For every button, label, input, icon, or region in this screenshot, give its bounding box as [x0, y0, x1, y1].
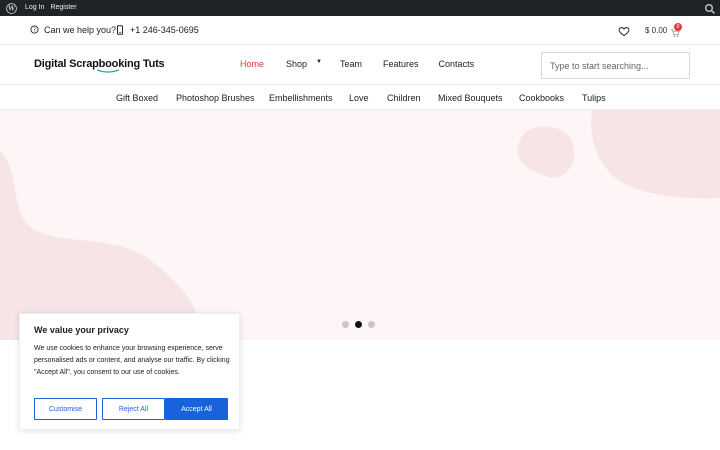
main-nav: Home Shop ▼ Team Features Contacts — [240, 59, 474, 69]
nav-item-team[interactable]: Team — [340, 59, 362, 69]
admin-bar: W Log In Register — [0, 0, 720, 16]
reject-all-button[interactable]: Reject All — [102, 398, 165, 420]
logo-swoosh-icon — [96, 69, 120, 73]
cart-count-badge: 0 — [674, 23, 682, 31]
caret-down-icon[interactable]: ▼ — [316, 59, 322, 69]
wordpress-icon[interactable]: W — [3, 0, 19, 16]
cookie-body: We use cookies to enhance your browsing … — [34, 345, 230, 376]
phone-link[interactable]: +1 246-345-0695 — [116, 25, 199, 35]
search-input[interactable] — [541, 52, 690, 79]
phone-number: +1 246-345-0695 — [130, 25, 199, 35]
category-cookbooks[interactable]: Cookbooks — [519, 93, 564, 103]
hero-background-shapes — [0, 110, 720, 340]
slider-dot[interactable] — [342, 321, 349, 328]
category-children[interactable]: Children — [387, 93, 421, 103]
hero-slider[interactable] — [0, 110, 720, 340]
accept-all-button[interactable]: Accept All — [165, 398, 228, 420]
nav-item-contacts[interactable]: Contacts — [439, 59, 475, 69]
category-mixed-bouquets[interactable]: Mixed Bouquets — [438, 93, 503, 103]
nav-item-features[interactable]: Features — [383, 59, 419, 69]
customise-button[interactable]: Customise — [34, 398, 97, 420]
category-tulips[interactable]: Tulips — [582, 93, 606, 103]
cookie-title: We value your privacy — [34, 325, 129, 335]
nav-item-shop[interactable]: Shop — [286, 59, 307, 69]
category-gift-boxed[interactable]: Gift Boxed — [116, 93, 158, 103]
heart-icon[interactable] — [618, 24, 630, 37]
cookie-consent-banner: We value your privacy We use cookies to … — [19, 313, 240, 430]
svg-text:?: ? — [33, 28, 36, 34]
slider-pagination — [342, 321, 381, 328]
nav-item-home[interactable]: Home — [240, 59, 264, 69]
help-circle-icon: ? — [30, 25, 40, 35]
register-link[interactable]: Register — [50, 0, 76, 16]
category-bar: Gift Boxed Photoshop Brushes Embellishme… — [0, 86, 720, 110]
help-text: Can we help you? — [44, 25, 117, 35]
cart-total[interactable]: $ 0.00 — [645, 26, 667, 35]
category-embellishments[interactable]: Embellishments — [269, 93, 333, 103]
slider-dot[interactable] — [368, 321, 375, 328]
help-link[interactable]: ? Can we help you? — [30, 25, 116, 35]
category-photoshop-brushes[interactable]: Photoshop Brushes — [176, 93, 255, 103]
search-icon[interactable] — [704, 2, 716, 15]
top-bar: ? Can we help you? +1 246-345-0695 $ 0.0… — [0, 16, 720, 45]
svg-text:W: W — [7, 5, 15, 12]
phone-icon — [116, 25, 126, 35]
category-love[interactable]: Love — [349, 93, 369, 103]
slider-dot-active[interactable] — [355, 321, 362, 328]
login-link[interactable]: Log In — [25, 0, 44, 16]
main-header: Digital Scrapbooking Tuts Home Shop ▼ Te… — [0, 45, 720, 85]
